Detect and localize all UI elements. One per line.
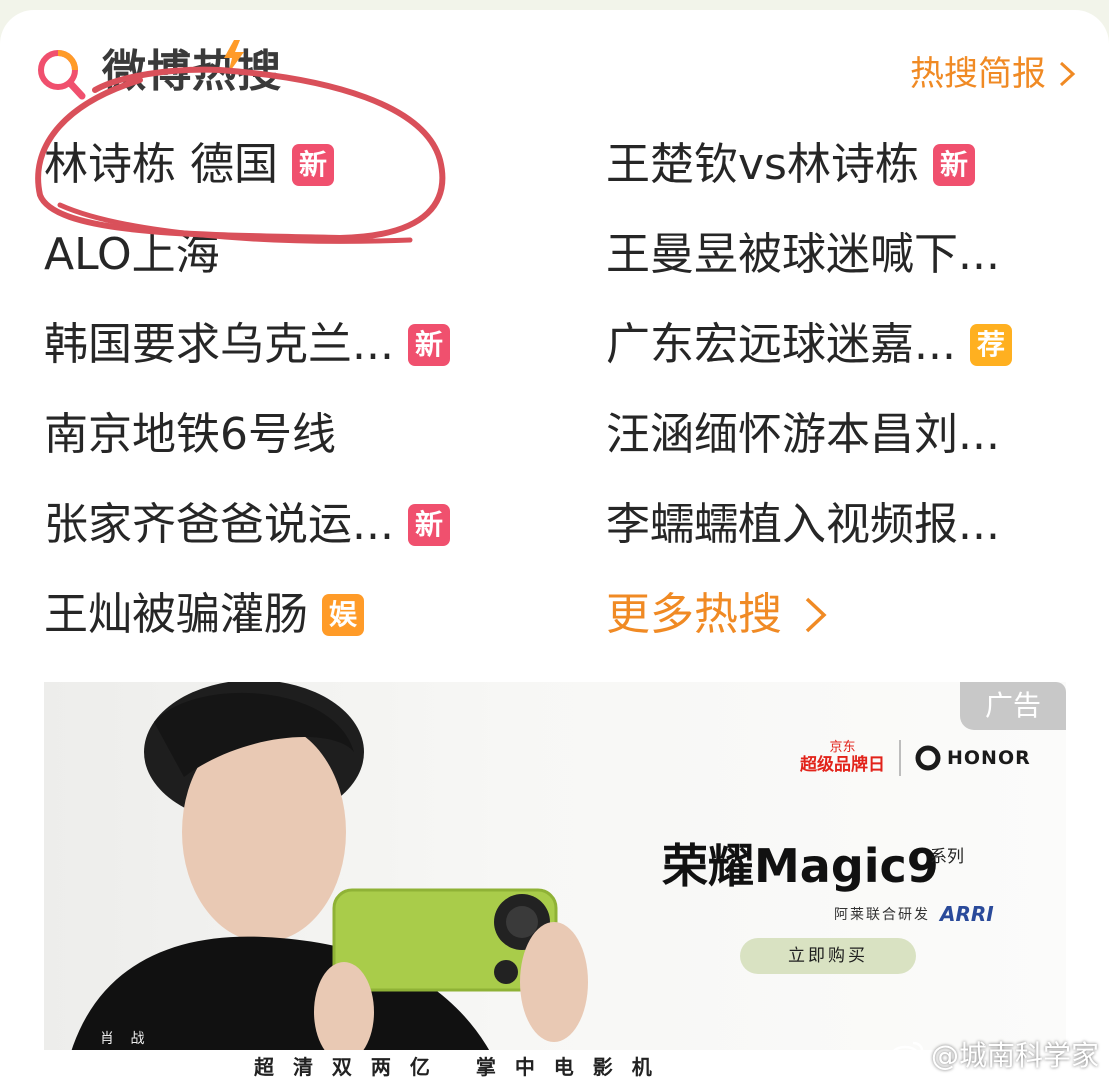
- hot-search-text: 广东宏远球迷嘉...: [606, 319, 956, 370]
- ad-product-series: 系列: [930, 847, 964, 867]
- hot-search-card: 微博热搜 热搜简报 林诗栋 德国 新 ALO上海 韩国要求乌克兰... 新 南京…: [0, 10, 1109, 1080]
- ad-person-photo: [64, 682, 588, 1080]
- weibo-watermark: @城南科学家: [889, 1034, 1099, 1074]
- weibo-logo-icon: [889, 1041, 924, 1069]
- hot-search-text: 南京地铁6号线: [44, 409, 336, 460]
- hot-search-text: 王灿被骗灌肠: [44, 589, 308, 640]
- more-hot-search-label: 更多热搜: [606, 589, 782, 640]
- weibo-hot-search-title: 微博热搜: [102, 46, 282, 97]
- hot-search-item[interactable]: 王曼昱被球迷喊下...: [606, 218, 1000, 292]
- hot-search-text: 王曼昱被球迷喊下...: [606, 229, 1000, 280]
- new-badge: 新: [407, 504, 450, 546]
- briefing-link-label: 热搜简报: [910, 54, 1046, 94]
- hot-search-item[interactable]: 张家齐爸爸说运... 新: [44, 488, 450, 562]
- ad-subtitle: 阿莱联合研发 ARRI: [834, 902, 994, 926]
- jd-super-brand-day-logo: 京东 超级品牌日: [800, 740, 885, 776]
- recommended-badge: 荐: [969, 324, 1012, 366]
- weibo-search-logo-icon: [38, 50, 86, 100]
- ad-brand-bar: 京东 超级品牌日 HONOR: [800, 740, 1031, 776]
- honor-ad-banner[interactable]: 肖 战 广告 京东 超级品牌日 HONOR 荣耀Magic9 系列 阿莱联合研发…: [44, 682, 1066, 1080]
- watermark-text: @城南科学家: [930, 1039, 1099, 1072]
- chevron-right-icon: [1059, 61, 1076, 87]
- hot-search-text: 韩国要求乌克兰...: [44, 319, 394, 370]
- new-badge: 新: [292, 144, 334, 186]
- hot-search-text: 张家齐爸爸说运...: [44, 499, 394, 550]
- more-hot-search-link[interactable]: 更多热搜: [606, 578, 828, 652]
- hot-search-item[interactable]: 广东宏远球迷嘉... 荐: [606, 308, 1012, 382]
- hot-search-item[interactable]: 王灿被骗灌肠 娱: [44, 578, 364, 652]
- hot-search-text: 汪涵缅怀游本昌刘...: [606, 409, 1000, 460]
- hot-search-header: 微博热搜 热搜简报: [36, 38, 1076, 108]
- buy-now-button[interactable]: 立即购买: [740, 938, 916, 974]
- ad-product-title: 荣耀Magic9: [662, 839, 939, 893]
- ad-person-caption: 肖 战: [100, 1031, 151, 1047]
- hot-search-text: 林诗栋 德国: [44, 139, 278, 190]
- ad-bottom-slogan-1: 超 清 双 两 亿: [254, 1054, 436, 1079]
- hot-search-text: 王楚钦vs林诗栋: [606, 139, 919, 190]
- entertainment-badge: 娱: [322, 594, 364, 636]
- hot-search-text: ALO上海: [44, 229, 220, 280]
- brand-divider: [899, 740, 901, 776]
- hot-search-item[interactable]: ALO上海: [44, 218, 220, 292]
- hot-search-item[interactable]: 王楚钦vs林诗栋 新: [606, 128, 975, 202]
- hot-search-item[interactable]: 南京地铁6号线: [44, 398, 336, 472]
- jd-logo-text: 京东: [829, 740, 856, 755]
- chevron-right-icon: [805, 597, 827, 633]
- ad-label-badge: 广告: [960, 682, 1066, 730]
- ad-subtitle-text: 阿莱联合研发: [834, 907, 930, 923]
- hot-search-text: 李蠕蠕植入视频报...: [606, 499, 1000, 550]
- honor-logo-icon: [915, 745, 941, 771]
- new-badge: 新: [407, 324, 450, 366]
- honor-brand-text: HONOR: [947, 747, 1031, 769]
- jd-super-brand-day-text: 超级品牌日: [800, 755, 885, 775]
- ad-bottom-slogan-2: 掌 中 电 影 机: [475, 1054, 658, 1079]
- hot-search-item[interactable]: 韩国要求乌克兰... 新: [44, 308, 450, 382]
- arri-logo: ARRI: [940, 902, 994, 926]
- honor-logo: HONOR: [915, 745, 1031, 771]
- flame-icon: [224, 40, 244, 74]
- hot-search-briefing-link[interactable]: 热搜简报: [910, 50, 1076, 98]
- new-badge: 新: [932, 144, 975, 186]
- hot-search-item[interactable]: 汪涵缅怀游本昌刘...: [606, 398, 1000, 472]
- hot-search-item[interactable]: 林诗栋 德国 新: [44, 128, 334, 202]
- hot-search-item[interactable]: 李蠕蠕植入视频报...: [606, 488, 1000, 562]
